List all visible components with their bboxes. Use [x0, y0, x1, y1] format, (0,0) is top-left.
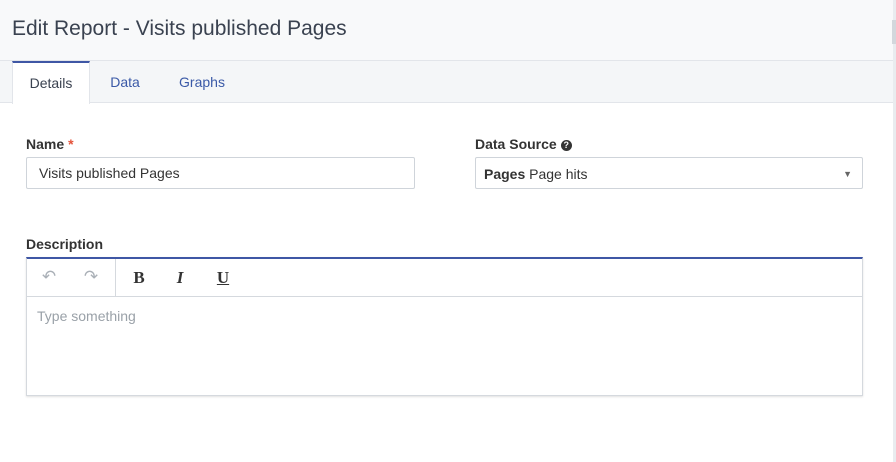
redo-icon[interactable]: ↷ — [72, 259, 110, 296]
editor-toolbar: ↶ ↷ B I U — [27, 259, 862, 297]
scrollbar-thumb[interactable] — [892, 20, 896, 44]
data-source-select[interactable]: Pages Page hits ▼ — [475, 157, 863, 189]
data-source-value: Page hits — [529, 166, 588, 182]
tab-details[interactable]: Details — [12, 61, 90, 104]
description-label: Description — [26, 236, 104, 252]
page-header: Edit Report - Visits published Pages — [0, 0, 896, 61]
description-editor: ↶ ↷ B I U Type something — [26, 257, 863, 396]
data-source-label: Data Source? — [475, 136, 572, 152]
tab-data[interactable]: Data — [100, 61, 150, 103]
required-marker: * — [68, 136, 74, 152]
bold-button[interactable]: B — [120, 259, 158, 296]
name-label: Name * — [26, 136, 74, 152]
tabs-bar: Details Data Graphs — [0, 61, 893, 104]
data-source-label-text: Data Source — [475, 136, 557, 152]
tab-graphs[interactable]: Graphs — [170, 61, 234, 103]
description-input[interactable]: Type something — [37, 308, 136, 324]
underline-button[interactable]: U — [204, 259, 242, 296]
italic-button[interactable]: I — [161, 259, 199, 296]
question-circle-icon[interactable]: ? — [560, 140, 572, 151]
chevron-down-icon: ▼ — [843, 169, 852, 179]
data-source-selected: Pages Page hits — [484, 166, 588, 182]
page-title: Edit Report - Visits published Pages — [12, 17, 347, 40]
name-input[interactable] — [26, 157, 415, 189]
toolbar-divider — [115, 259, 116, 296]
name-label-text: Name — [26, 136, 65, 152]
data-source-group: Pages — [484, 166, 526, 182]
undo-icon[interactable]: ↶ — [30, 259, 68, 296]
